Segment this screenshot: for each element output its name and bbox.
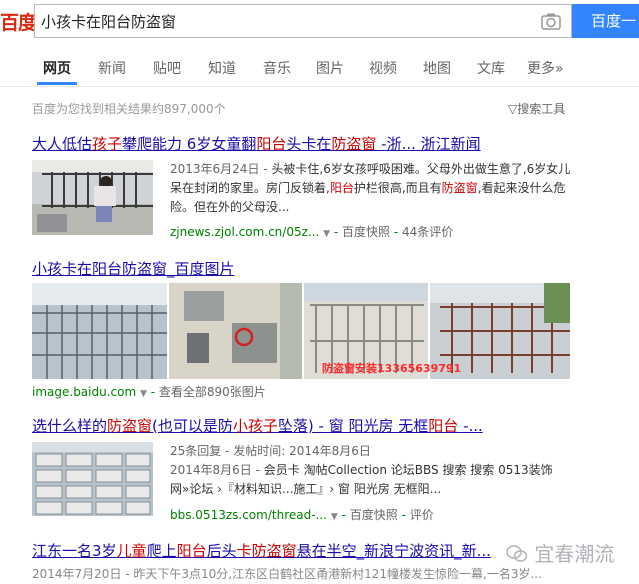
- tab-music[interactable]: 音乐: [263, 58, 291, 78]
- baidu-logo[interactable]: 百度: [0, 8, 37, 35]
- title-text: 江东一名3岁: [32, 542, 117, 560]
- title-text: 爬上: [146, 542, 177, 560]
- result-date: 2014年8月6日 -: [170, 463, 260, 477]
- tab-web[interactable]: 网页: [43, 58, 71, 78]
- active-tab-indicator: [37, 82, 77, 85]
- title-keyword: 孩子: [92, 135, 123, 153]
- cache-link[interactable]: 百度快照: [350, 508, 398, 522]
- search-tools-button[interactable]: ▽搜索工具: [508, 100, 565, 117]
- image-overlay-text: 防盗窗安装13365639791: [322, 361, 461, 375]
- dropdown-arrow-icon[interactable]: ▼: [140, 389, 147, 399]
- result-1-url-row: zjnews.zjol.com.cn/05z... ▼ - 百度快照 - 44条…: [170, 225, 454, 239]
- result-3-title[interactable]: 选什么样的防盗窗(也可以是防小孩子坠落) - 窗 阳光房 无框阳台 -...: [32, 415, 483, 436]
- result-3-snippet: 2014年8月6日 - 会员卡 淘帖Collection 论坛BBS 搜索 搜索…: [170, 461, 582, 499]
- result-count: 百度为您找到相关结果约897,000个: [32, 102, 226, 116]
- title-keyword: 防盗窗: [107, 417, 153, 435]
- result-4-title[interactable]: 江东一名3岁儿童爬上阳台后头卡防盗窗悬在半空_新浪宁波资讯_新...: [32, 540, 491, 561]
- result-2-title[interactable]: 小孩卡在阳台防盗窗_百度图片: [32, 258, 235, 279]
- funnel-icon: ▽: [508, 102, 518, 116]
- search-tools-label: 搜索工具: [517, 102, 566, 116]
- snippet-keyword: 防盗窗: [441, 181, 478, 195]
- reviews-link[interactable]: 44条评价: [402, 225, 453, 239]
- result-4-snippet: 2014年7月20日 - 昨天下午3点10分,江东区白鹤社区甬港新村121幢楼发…: [32, 567, 542, 581]
- watermark-text: 宜春潮流: [534, 542, 615, 566]
- search-box[interactable]: [34, 4, 572, 38]
- cache-link[interactable]: 百度快照: [342, 225, 390, 239]
- result-date: 2013年6月24日 -: [170, 162, 268, 176]
- title-text: 攀爬能力 6岁女童翻: [122, 135, 257, 153]
- image-thumb-1: [32, 283, 167, 379]
- result-2-url-row: image.baidu.com ▼ - 查看全部890张图片: [32, 385, 266, 399]
- title-text: 悬在半空_新浪宁波资讯_新...: [296, 542, 491, 560]
- title-keyword: 阳台: [256, 135, 287, 153]
- result-url[interactable]: zjnews.zjol.com.cn/05z...: [170, 225, 319, 239]
- result-url[interactable]: bbs.0513zs.com/thread-...: [170, 508, 327, 522]
- title-text: 后头: [206, 542, 237, 560]
- title-text: 坠落) - 窗 阳光房 无框: [277, 417, 429, 435]
- top-bar: 百度 百度一下: [0, 0, 639, 64]
- dropdown-arrow-icon[interactable]: ▼: [323, 229, 330, 239]
- title-keyword: 防盗窗: [251, 542, 297, 560]
- title-keyword: 阳台: [176, 542, 207, 560]
- wechat-icon: [506, 545, 528, 562]
- search-button[interactable]: 百度一下: [572, 4, 639, 64]
- image-results-strip[interactable]: 防盗窗安装13365639791: [32, 283, 570, 379]
- result-url[interactable]: image.baidu.com: [32, 385, 136, 399]
- tab-video[interactable]: 视频: [369, 58, 397, 78]
- result-1-thumbnail[interactable]: [32, 160, 153, 235]
- title-keyword: 小孩子: [232, 417, 278, 435]
- tab-map[interactable]: 地图: [423, 58, 451, 78]
- title-keyword: 儿童: [116, 542, 147, 560]
- result-3-thumbnail[interactable]: [32, 442, 153, 516]
- tab-wenku[interactable]: 文库: [477, 58, 505, 78]
- tab-zhidao[interactable]: 知道: [208, 58, 236, 78]
- dropdown-arrow-icon[interactable]: ▼: [331, 512, 338, 522]
- tab-news[interactable]: 新闻: [98, 58, 126, 78]
- title-keyword: 防盗窗: [331, 135, 377, 153]
- reviews-link[interactable]: 评价: [410, 508, 434, 522]
- search-input[interactable]: [41, 11, 521, 31]
- result-1-snippet: 2013年6月24日 - 头被卡住,6岁女孩呼吸困难。父母外出做生意了,6岁女儿…: [170, 160, 582, 217]
- search-tabs: 网页 新闻 贴吧 知道 音乐 图片 视频 地图 文库 更多»: [0, 46, 639, 87]
- title-text: 选什么样的: [32, 417, 108, 435]
- image-thumb-2: [169, 283, 302, 379]
- tab-more[interactable]: 更多»: [527, 58, 564, 78]
- tab-tieba[interactable]: 贴吧: [153, 58, 181, 78]
- snippet-text: 护栏很高,而且有: [353, 181, 442, 195]
- title-keyword: 阳台: [428, 417, 459, 435]
- title-text: (也可以是防: [152, 417, 233, 435]
- result-3-meta: 25条回复 - 发帖时间: 2014年8月6日: [170, 444, 371, 458]
- snippet-keyword: 阳台: [329, 181, 354, 195]
- title-keyword: 卡: [236, 542, 252, 560]
- camera-icon[interactable]: [541, 12, 561, 30]
- wechat-watermark: 宜春潮流: [506, 538, 614, 567]
- title-text: -浙... 浙江新闻: [376, 135, 481, 153]
- title-text: 头卡在: [286, 135, 332, 153]
- result-1-title[interactable]: 大人低估孩子攀爬能力 6岁女童翻阳台头卡在防盗窗 -浙... 浙江新闻: [32, 133, 481, 154]
- result-3-url-row: bbs.0513zs.com/thread-... ▼ - 百度快照 - 评价: [170, 508, 434, 522]
- title-text: 大人低估: [32, 135, 93, 153]
- tab-images[interactable]: 图片: [316, 58, 344, 78]
- view-all-images-link[interactable]: 查看全部890张图片: [159, 385, 266, 399]
- title-text: -...: [458, 417, 483, 435]
